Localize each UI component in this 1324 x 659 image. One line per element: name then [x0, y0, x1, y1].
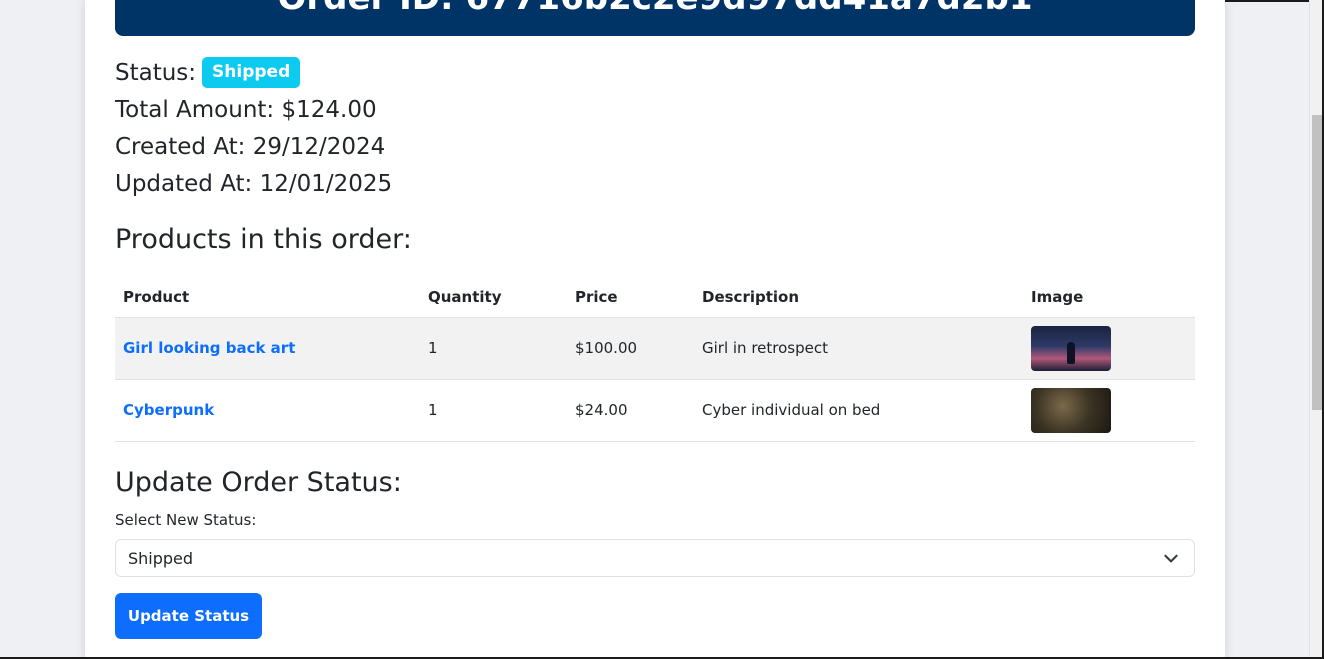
- status-select[interactable]: Shipped: [115, 539, 1195, 577]
- products-heading: Products in this order:: [115, 224, 412, 255]
- description-cell: Girl in retrospect: [694, 317, 1023, 380]
- column-header-product: Product: [115, 277, 420, 318]
- column-header-quantity: Quantity: [420, 277, 567, 318]
- quantity-cell: 1: [420, 379, 567, 442]
- created-at: Created At: 29/12/2024: [115, 134, 386, 160]
- order-details-card: Order ID: 67716b2c2e9d97dd41a7d2b1 Statu…: [85, 0, 1225, 659]
- table-row: Cyberpunk 1 $24.00 Cyber individual on b…: [115, 379, 1195, 442]
- table-header-row: Product Quantity Price Description Image: [115, 277, 1195, 318]
- order-header-banner: Order ID: 67716b2c2e9d97dd41a7d2b1: [115, 0, 1195, 36]
- image-cell: [1023, 379, 1195, 442]
- order-id-heading: Order ID: 67716b2c2e9d97dd41a7d2b1: [115, 0, 1195, 18]
- select-status-label: Select New Status:: [115, 511, 257, 529]
- status-label: Status:: [115, 59, 197, 86]
- total-amount: Total Amount: $124.00: [115, 97, 377, 123]
- update-status-button[interactable]: Update Status: [115, 593, 262, 639]
- product-link[interactable]: Girl looking back art: [123, 339, 295, 357]
- page: Order ID: 67716b2c2e9d97dd41a7d2b1 Statu…: [0, 0, 1324, 659]
- status-badge: Shipped: [202, 57, 301, 88]
- price-cell: $100.00: [567, 317, 694, 380]
- product-link[interactable]: Cyberpunk: [123, 401, 214, 419]
- description-cell: Cyber individual on bed: [694, 379, 1023, 442]
- table-row: Girl looking back art 1 $100.00 Girl in …: [115, 317, 1195, 380]
- column-header-price: Price: [567, 277, 694, 318]
- update-status-heading: Update Order Status:: [115, 467, 402, 498]
- window-frame-top: [1225, 0, 1309, 2]
- quantity-cell: 1: [420, 317, 567, 380]
- status-line: Status: Shipped: [115, 57, 301, 88]
- image-cell: [1023, 317, 1195, 380]
- product-cell: Girl looking back art: [115, 317, 420, 380]
- products-table: Product Quantity Price Description Image…: [115, 277, 1195, 442]
- selected-status-value: Shipped: [128, 548, 194, 568]
- chevron-down-icon: [1164, 554, 1178, 563]
- price-cell: $24.00: [567, 379, 694, 442]
- column-header-image: Image: [1023, 277, 1195, 318]
- column-header-description: Description: [694, 277, 1023, 318]
- updated-at: Updated At: 12/01/2025: [115, 171, 393, 197]
- product-cell: Cyberpunk: [115, 379, 420, 442]
- product-thumbnail: [1031, 387, 1111, 433]
- scrollbar-thumb[interactable]: [1312, 115, 1322, 410]
- product-thumbnail: [1031, 325, 1111, 371]
